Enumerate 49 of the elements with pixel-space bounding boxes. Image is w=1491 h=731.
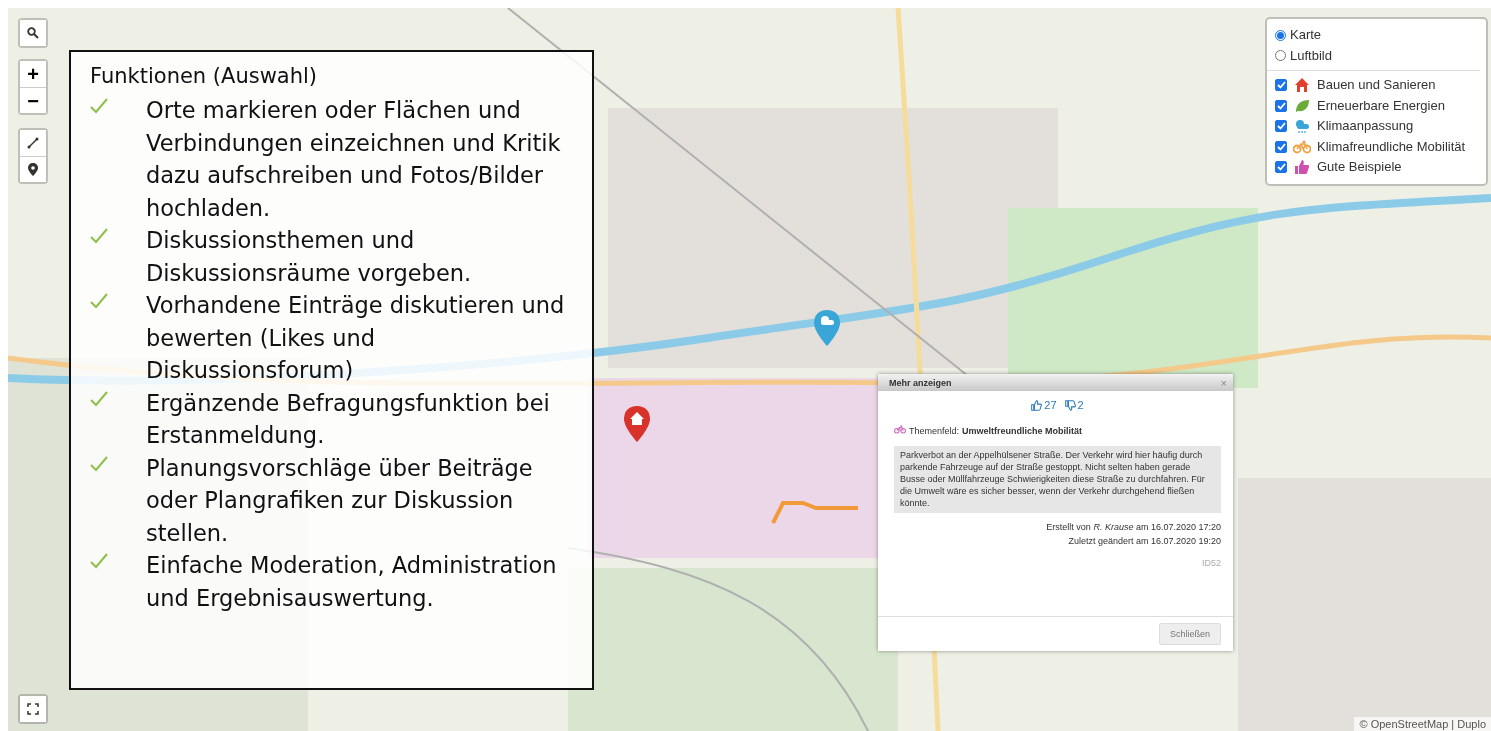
thumbs-down-icon [1064, 399, 1076, 411]
comment-text: Parkverbot an der Appelhülsener Straße. Der Verkehr wird hier häufig durch parkende Fahrzeuge auf der Straße gestoppt. Nicht selten haben gerade Busse oder Müllfahrzeuge Schwierigkeiten diese Straße zu durchfahren. Für die Umwelt wäre es sicher besser, wenn der Verkehr durchgehend fließen könnte. [894, 446, 1221, 513]
checkbox[interactable] [1275, 161, 1287, 174]
fullscreen-icon [27, 703, 39, 715]
fullscreen-button[interactable] [20, 696, 46, 722]
check-icon [90, 455, 108, 472]
layer-label[interactable]: Bauen und Sanieren [1317, 75, 1436, 96]
check-icon [90, 390, 108, 407]
check-icon [90, 98, 108, 114]
created-info: Erstellt von R. Krause am 16.07.2020 17:20 [1045, 521, 1221, 534]
entry-id: ID52 [1201, 557, 1221, 569]
map-pin-icon [28, 163, 38, 176]
bike-icon [894, 425, 906, 434]
checkbox[interactable] [1275, 120, 1287, 133]
place-marker-button[interactable] [20, 156, 46, 182]
feature-text: Vorhandene Einträge diskutieren und bewerten (Likes und Diskussionsforum) [146, 291, 566, 385]
popup-title: Mehr anzeigen [889, 376, 952, 389]
layer-label[interactable]: Erneuerbare Energien [1317, 95, 1445, 116]
topic-label: Themenfeld: [909, 425, 960, 437]
dislike-count: 2 [1077, 399, 1084, 411]
checkbox[interactable] [1275, 140, 1287, 153]
search-icon [27, 27, 39, 39]
search-button[interactable] [20, 20, 46, 46]
topic-name: Umweltfreundliche Mobilität [962, 425, 1083, 437]
feature-text: Orte markieren oder Flächen und Verbindungen einzeichnen und Kritik dazu aufschreiben und Fotos/Bilder hochladen. [146, 96, 562, 223]
layer-label[interactable]: Klimafreundliche Mobilität [1317, 136, 1466, 157]
layer-label[interactable]: Luftbild [1290, 45, 1332, 66]
check-icon [90, 293, 108, 309]
check-icon [90, 228, 108, 244]
feature-text: Einfache Moderation, Administration und Ergebnisauswertung. [146, 551, 558, 613]
feature-text: Ergänzende Befragungsfunktion bei Erstanmeldung. [146, 388, 551, 450]
modified-info: Zuletzt geändert am 16.07.2020 19:20 [1067, 534, 1221, 548]
like-count: 27 [1044, 399, 1057, 411]
feature-text: Diskussionsthemen und Diskussionsräume vorgeben. [146, 226, 473, 288]
layer-label[interactable]: Klimaanpassung [1317, 116, 1414, 137]
close-popup-button[interactable]: Schließen [1158, 623, 1221, 645]
layer-label[interactable]: Gute Beispiele [1317, 157, 1402, 178]
weather-marker-icon[interactable] [814, 310, 840, 346]
zoom-out-button[interactable]: − [20, 87, 46, 113]
checkbox[interactable] [1275, 99, 1287, 112]
thumbs-up-icon [1031, 399, 1043, 411]
layer-label[interactable]: Karte [1290, 25, 1322, 46]
map-attribution: © OpenStreetMap | Duplo [1354, 717, 1491, 731]
panel-title: Funktionen (Auswahl) [90, 64, 319, 88]
line-icon [27, 137, 39, 149]
house-marker-icon[interactable] [624, 406, 650, 442]
feature-text: Planungsvorschläge über Beiträge oder Plangrafiken zur Diskussion stellen. [146, 453, 534, 548]
checkbox[interactable] [1275, 79, 1287, 92]
check-icon [90, 553, 108, 569]
